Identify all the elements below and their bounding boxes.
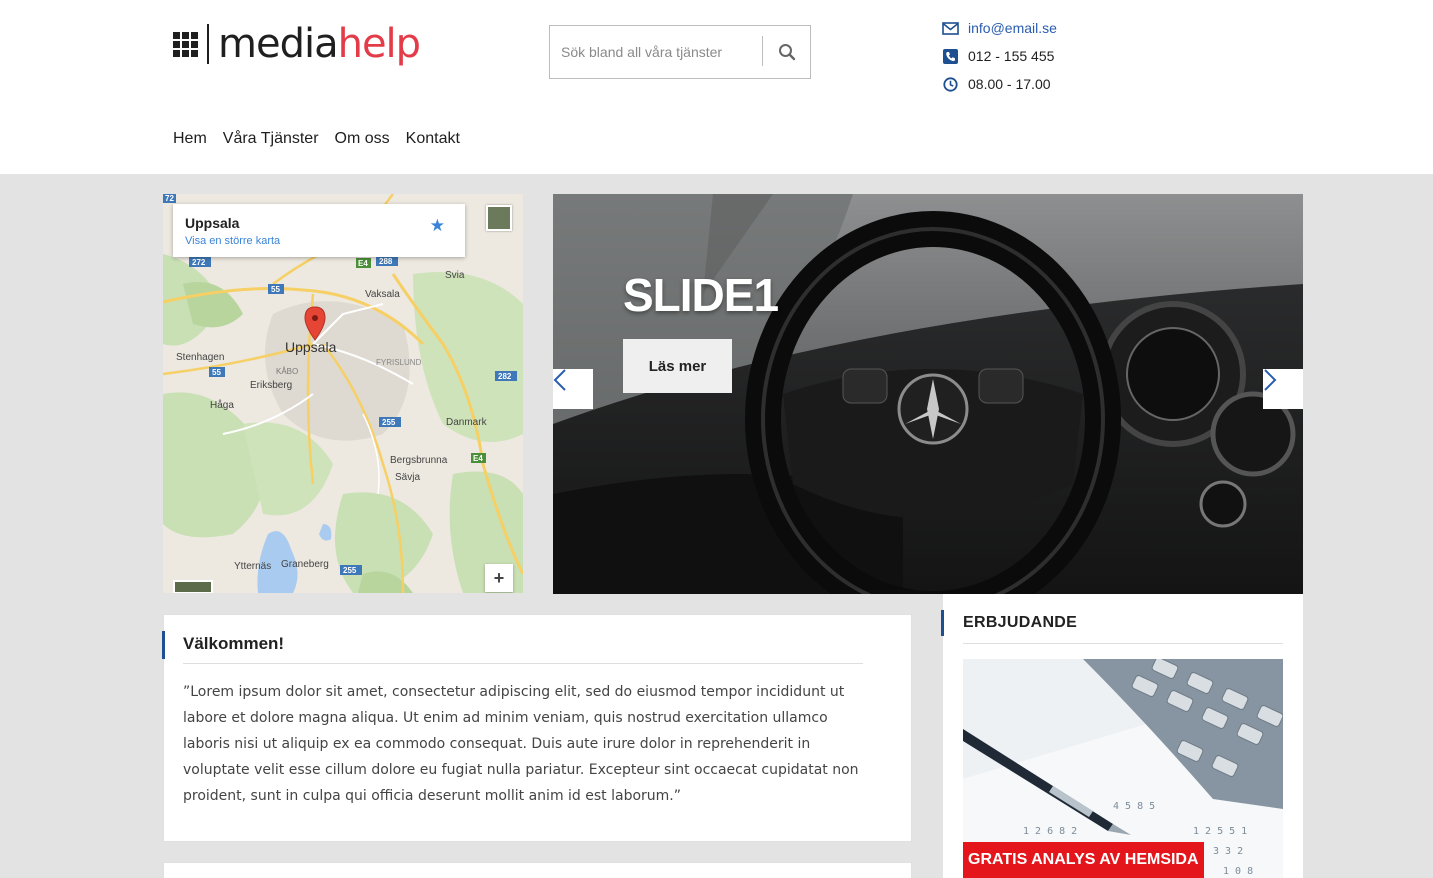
map-label-stenhagen: Stenhagen xyxy=(176,352,224,363)
main-nav: Hem Våra Tjänster Om oss Kontakt xyxy=(173,129,476,149)
offers-section: ERBJUDANDE 1 2 6 8 2 4 5 8 5 1 2 5 5 1 3… xyxy=(941,594,1303,878)
welcome-accent-bar xyxy=(162,631,165,659)
envelope-icon xyxy=(942,20,959,37)
map-shield-255-south: 255 xyxy=(343,566,357,575)
slider-next-button[interactable] xyxy=(1263,369,1303,409)
offers-title: ERBJUDANDE xyxy=(963,614,1078,631)
map-label-danmark: Danmark xyxy=(446,417,488,428)
map-label-eriksberg: Eriksberg xyxy=(250,380,292,391)
svg-text:4 5 8 5: 4 5 8 5 xyxy=(1113,801,1155,812)
offers-accent-bar xyxy=(941,610,944,636)
contact-hours-row: 08.00 - 17.00 xyxy=(942,70,1057,98)
offer-banner[interactable]: GRATIS ANALYS AV HEMSIDA xyxy=(963,842,1204,878)
map-shield-55-north: 55 xyxy=(271,285,280,294)
welcome-section: Välkommen! ”Lorem ipsum dolor sit amet, … xyxy=(162,614,912,842)
contact-email-link[interactable]: info@email.se xyxy=(968,20,1057,36)
offers-divider xyxy=(963,643,1283,644)
map-label-kabo: KÅBO xyxy=(276,367,298,376)
map-shield-55-west: 55 xyxy=(212,368,221,377)
map-label-savja: Sävja xyxy=(395,472,420,483)
slide-read-more-button[interactable]: Läs mer xyxy=(623,339,732,393)
contact-hours: 08.00 - 17.00 xyxy=(968,76,1051,92)
map-label-graneberg: Graneberg xyxy=(281,559,329,570)
map-label-ytternas: Ytternäs xyxy=(234,561,271,572)
slider-prev-button[interactable] xyxy=(553,369,593,409)
map-shield-e4-north: E4 xyxy=(358,259,368,268)
welcome-divider xyxy=(183,663,863,664)
welcome-body: ”Lorem ipsum dolor sit amet, consectetur… xyxy=(183,684,859,804)
svg-text:1 2 5 5 1: 1 2 5 5 1 xyxy=(1193,826,1247,837)
map-zoom-in-button[interactable]: + xyxy=(485,564,513,592)
phone-icon xyxy=(942,48,959,65)
search-icon xyxy=(778,44,795,61)
nav-item-om-oss[interactable]: Om oss xyxy=(335,129,390,149)
map-shield-282: 282 xyxy=(498,372,512,381)
map-place-card: Uppsala Visa en större karta ★ xyxy=(173,204,465,257)
contact-info: info@email.se 012 - 155 455 08.00 - 17.0… xyxy=(942,14,1057,98)
map-place-title: Uppsala xyxy=(185,215,240,231)
svg-text:1 2 6 8 2: 1 2 6 8 2 xyxy=(1023,826,1077,837)
map-shield-e4-south: E4 xyxy=(473,454,483,463)
slide-image xyxy=(553,194,1303,594)
map-shield-255-north: 255 xyxy=(382,418,396,427)
nav-item-tjanster[interactable]: Våra Tjänster xyxy=(223,129,319,149)
map-shield-288: 288 xyxy=(379,257,393,266)
site-header: mediahelp info@email.se 012 - 155 455 xyxy=(0,0,1433,174)
clock-icon xyxy=(942,76,959,93)
search-box xyxy=(549,25,811,79)
nav-item-kontakt[interactable]: Kontakt xyxy=(406,129,460,149)
contact-phone: 012 - 155 455 xyxy=(968,48,1055,64)
nav-item-hem[interactable]: Hem xyxy=(173,129,207,149)
contact-email-row: info@email.se xyxy=(942,14,1057,42)
svg-text:1 0 8: 1 0 8 xyxy=(1223,866,1253,877)
welcome-title: Välkommen! xyxy=(183,634,285,653)
chevron-right-icon xyxy=(1264,369,1277,391)
svg-text:3 3 2: 3 3 2 xyxy=(1213,846,1243,857)
map-label-svia: Svia xyxy=(445,270,465,281)
map-road-badge: 72 xyxy=(163,194,176,203)
contact-phone-row: 012 - 155 455 xyxy=(942,42,1057,70)
content-box-next xyxy=(163,862,912,878)
logo-grid-icon xyxy=(173,31,198,57)
google-map[interactable]: Uppsala Vaksala Svia Stenhagen KÅBO FYRI… xyxy=(163,194,523,593)
logo-wordmark: mediahelp xyxy=(218,21,421,67)
site-logo[interactable]: mediahelp xyxy=(173,21,421,67)
slide-title: SLIDE1 xyxy=(623,269,779,321)
map-larger-link[interactable]: Visa en större karta xyxy=(185,235,280,247)
logo-divider xyxy=(207,24,209,64)
map-label-bergsbrunna: Bergsbrunna xyxy=(390,455,448,466)
hero-slider: SLIDE1 Läs mer xyxy=(553,194,1303,594)
map-label-fyrislund: FYRISLUND xyxy=(376,358,422,367)
map-label-haga: Håga xyxy=(210,399,234,411)
search-input[interactable] xyxy=(550,26,762,78)
map-user-avatar[interactable] xyxy=(486,205,512,231)
map-label-vaksala: Vaksala xyxy=(365,289,400,300)
star-icon[interactable]: ★ xyxy=(430,216,445,236)
map-shield-272: 272 xyxy=(192,258,206,267)
chevron-left-icon xyxy=(553,369,566,391)
map-satellite-toggle[interactable] xyxy=(173,580,213,593)
map-label-uppsala: Uppsala xyxy=(285,339,337,355)
search-button[interactable] xyxy=(763,26,810,78)
